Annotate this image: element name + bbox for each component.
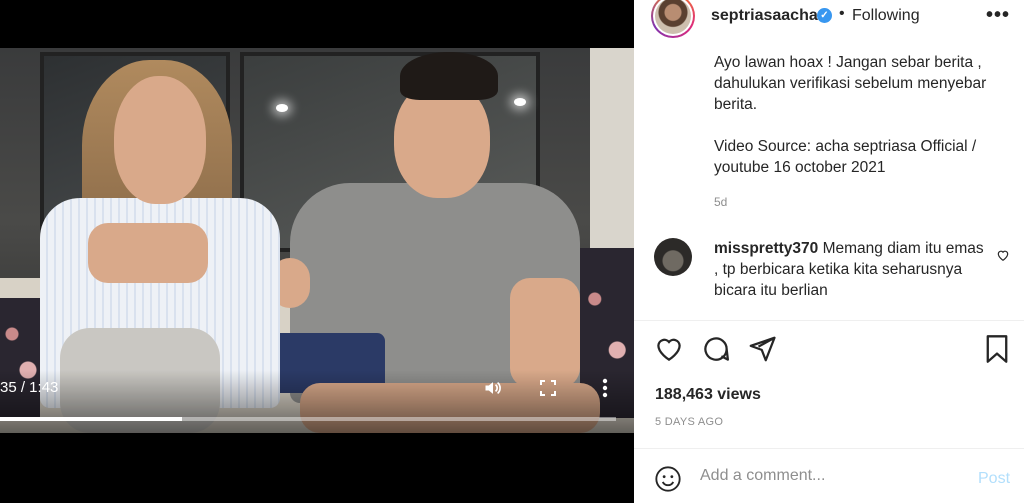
share-icon[interactable] [747, 334, 777, 369]
ceiling-light [276, 104, 288, 112]
video-progress-bar[interactable] [0, 417, 616, 421]
following-button[interactable]: Following [852, 7, 920, 25]
vertical-dots-icon[interactable] [602, 378, 608, 403]
fullscreen-icon[interactable] [540, 380, 556, 401]
comment-avatar[interactable] [654, 238, 692, 276]
volume-icon[interactable] [483, 378, 503, 403]
comment-icon[interactable] [701, 334, 731, 369]
background-wall [590, 48, 634, 268]
post-date[interactable]: 5 DAYS AGO [655, 416, 723, 428]
post-button[interactable]: Post [978, 470, 1010, 488]
divider [634, 320, 1024, 321]
post-caption: Ayo lawan hoax ! Jangan sebar berita , d… [714, 54, 987, 176]
post-username[interactable]: septriasaacha [711, 7, 818, 25]
comment-box: Post [634, 449, 1024, 503]
emoji-icon[interactable] [654, 465, 682, 498]
woman-face [114, 76, 206, 204]
caption-timestamp[interactable]: 5d [714, 195, 727, 209]
man-hair [400, 52, 498, 100]
hand [88, 223, 208, 283]
video-progress-fill [0, 417, 182, 421]
action-bar [634, 334, 1024, 370]
video-controls [0, 370, 634, 433]
comment-username[interactable]: misspretty370 [714, 240, 818, 257]
post-header: septriasaacha ✓ • Following ••• [634, 0, 1024, 38]
separator-dot: • [839, 5, 845, 22]
post-sidebar: septriasaacha ✓ • Following ••• Ayo lawa… [634, 0, 1024, 503]
comment-input[interactable] [700, 462, 960, 490]
view-count[interactable]: 188,463 views [655, 386, 761, 404]
avatar[interactable] [651, 0, 695, 38]
video-time: 35 / 1:43 [0, 379, 59, 396]
bookmark-icon[interactable] [983, 334, 1011, 369]
more-options-button[interactable]: ••• [986, 4, 1010, 27]
ceiling-light [514, 98, 526, 106]
video-player[interactable]: 35 / 1:43 [0, 0, 634, 503]
comment-body: misspretty370 Memang diam itu emas , tp … [714, 238, 984, 301]
heart-icon[interactable] [996, 248, 1010, 267]
verified-badge-icon: ✓ [817, 8, 832, 23]
heart-icon[interactable] [654, 334, 684, 369]
